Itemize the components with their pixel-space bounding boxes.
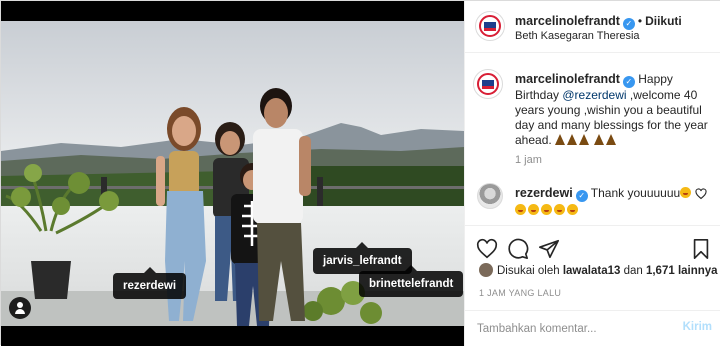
post-comment-button[interactable]: Kirim — [683, 321, 712, 333]
comment-composer: Kirim — [465, 310, 720, 346]
photo-tag-label: brinettelefrandt — [369, 278, 454, 290]
post-photo[interactable]: rezerdewi jarvis_lefrandt brinettelefran… — [1, 1, 464, 346]
photo-tag-label: rezerdewi — [123, 280, 177, 292]
verified-badge-icon: ✓ — [622, 18, 635, 30]
commenter-avatar[interactable] — [477, 183, 503, 209]
share-icon[interactable] — [538, 238, 560, 260]
smile-emoji — [515, 204, 526, 215]
post-location[interactable]: Beth Kasegaran Theresia — [515, 30, 640, 42]
party-popper-emoji — [579, 134, 590, 145]
post-timestamp[interactable]: 1 JAM YANG LALU — [479, 288, 561, 298]
party-popper-emoji — [606, 134, 617, 145]
likes-summary: Disukai oleh lawalata13 dan 1,671 lainny… — [479, 263, 718, 277]
heart-icon[interactable] — [476, 238, 498, 260]
follow-status-button[interactable]: Diikuti — [645, 14, 682, 28]
comment-text: Thank youuuuuu — [590, 186, 681, 200]
comment-input[interactable] — [477, 319, 667, 339]
photo-tag-label: jarvis_lefrandt — [323, 255, 402, 267]
post-header: marcelinolefrandt ✓ • Diikuti Beth Kasegara… — [465, 1, 720, 53]
post-sidebar: marcelinolefrandt ✓ • Diikuti Beth Kasegara… — [464, 1, 720, 346]
smile-emoji — [554, 204, 565, 215]
likes-count-link[interactable]: 1,671 lainnya — [646, 265, 718, 277]
photo-tag-rezerdewi[interactable]: rezerdewi — [113, 267, 187, 299]
smile-emoji — [567, 204, 578, 215]
instagram-post-window: rezerdewi jarvis_lefrandt brinettelefran… — [0, 0, 720, 346]
comment-like-heart-icon[interactable] — [695, 188, 707, 200]
verified-badge-icon: ✓ — [622, 76, 635, 88]
verified-badge-icon: ✓ — [575, 190, 588, 202]
caption-mention-link[interactable]: @rezerdewi — [562, 88, 626, 102]
smile-emoji — [541, 204, 552, 215]
caption-username[interactable]: marcelinolefrandt — [515, 72, 620, 86]
brand-logo-icon — [479, 15, 501, 37]
photo-tag-brinettelefrandt[interactable]: brinettelefrandt — [359, 265, 464, 297]
liker-avatar[interactable] — [479, 263, 493, 277]
party-popper-emoji — [594, 134, 605, 145]
caption-author-avatar[interactable] — [473, 69, 503, 99]
brand-logo-icon — [477, 73, 499, 95]
smile-emoji — [528, 204, 539, 215]
caption-timestamp[interactable]: 1 jam — [515, 154, 542, 166]
likes-middle: dan — [620, 265, 646, 277]
comment-item: rezerdewi ✓ Thank youuuuuu — [515, 185, 695, 218]
liker-username[interactable]: lawalata13 — [563, 265, 621, 277]
smile-emoji — [680, 187, 692, 198]
comment-icon[interactable] — [507, 238, 529, 260]
separator-dot: • — [637, 14, 643, 28]
party-popper-emoji — [567, 134, 578, 145]
party-popper-emoji — [555, 134, 566, 145]
author-avatar[interactable] — [475, 11, 505, 41]
author-username[interactable]: marcelinolefrandt — [515, 14, 620, 28]
tagged-users-icon[interactable] — [9, 297, 31, 319]
likes-prefix: Disukai oleh — [497, 265, 563, 277]
post-caption: marcelinolefrandt ✓ Happy Birthday @rezer… — [515, 72, 715, 148]
bookmark-icon[interactable] — [690, 238, 712, 260]
comment-username[interactable]: rezerdewi — [515, 186, 573, 200]
header-user-line: marcelinolefrandt ✓ • Diikuti — [515, 12, 682, 30]
